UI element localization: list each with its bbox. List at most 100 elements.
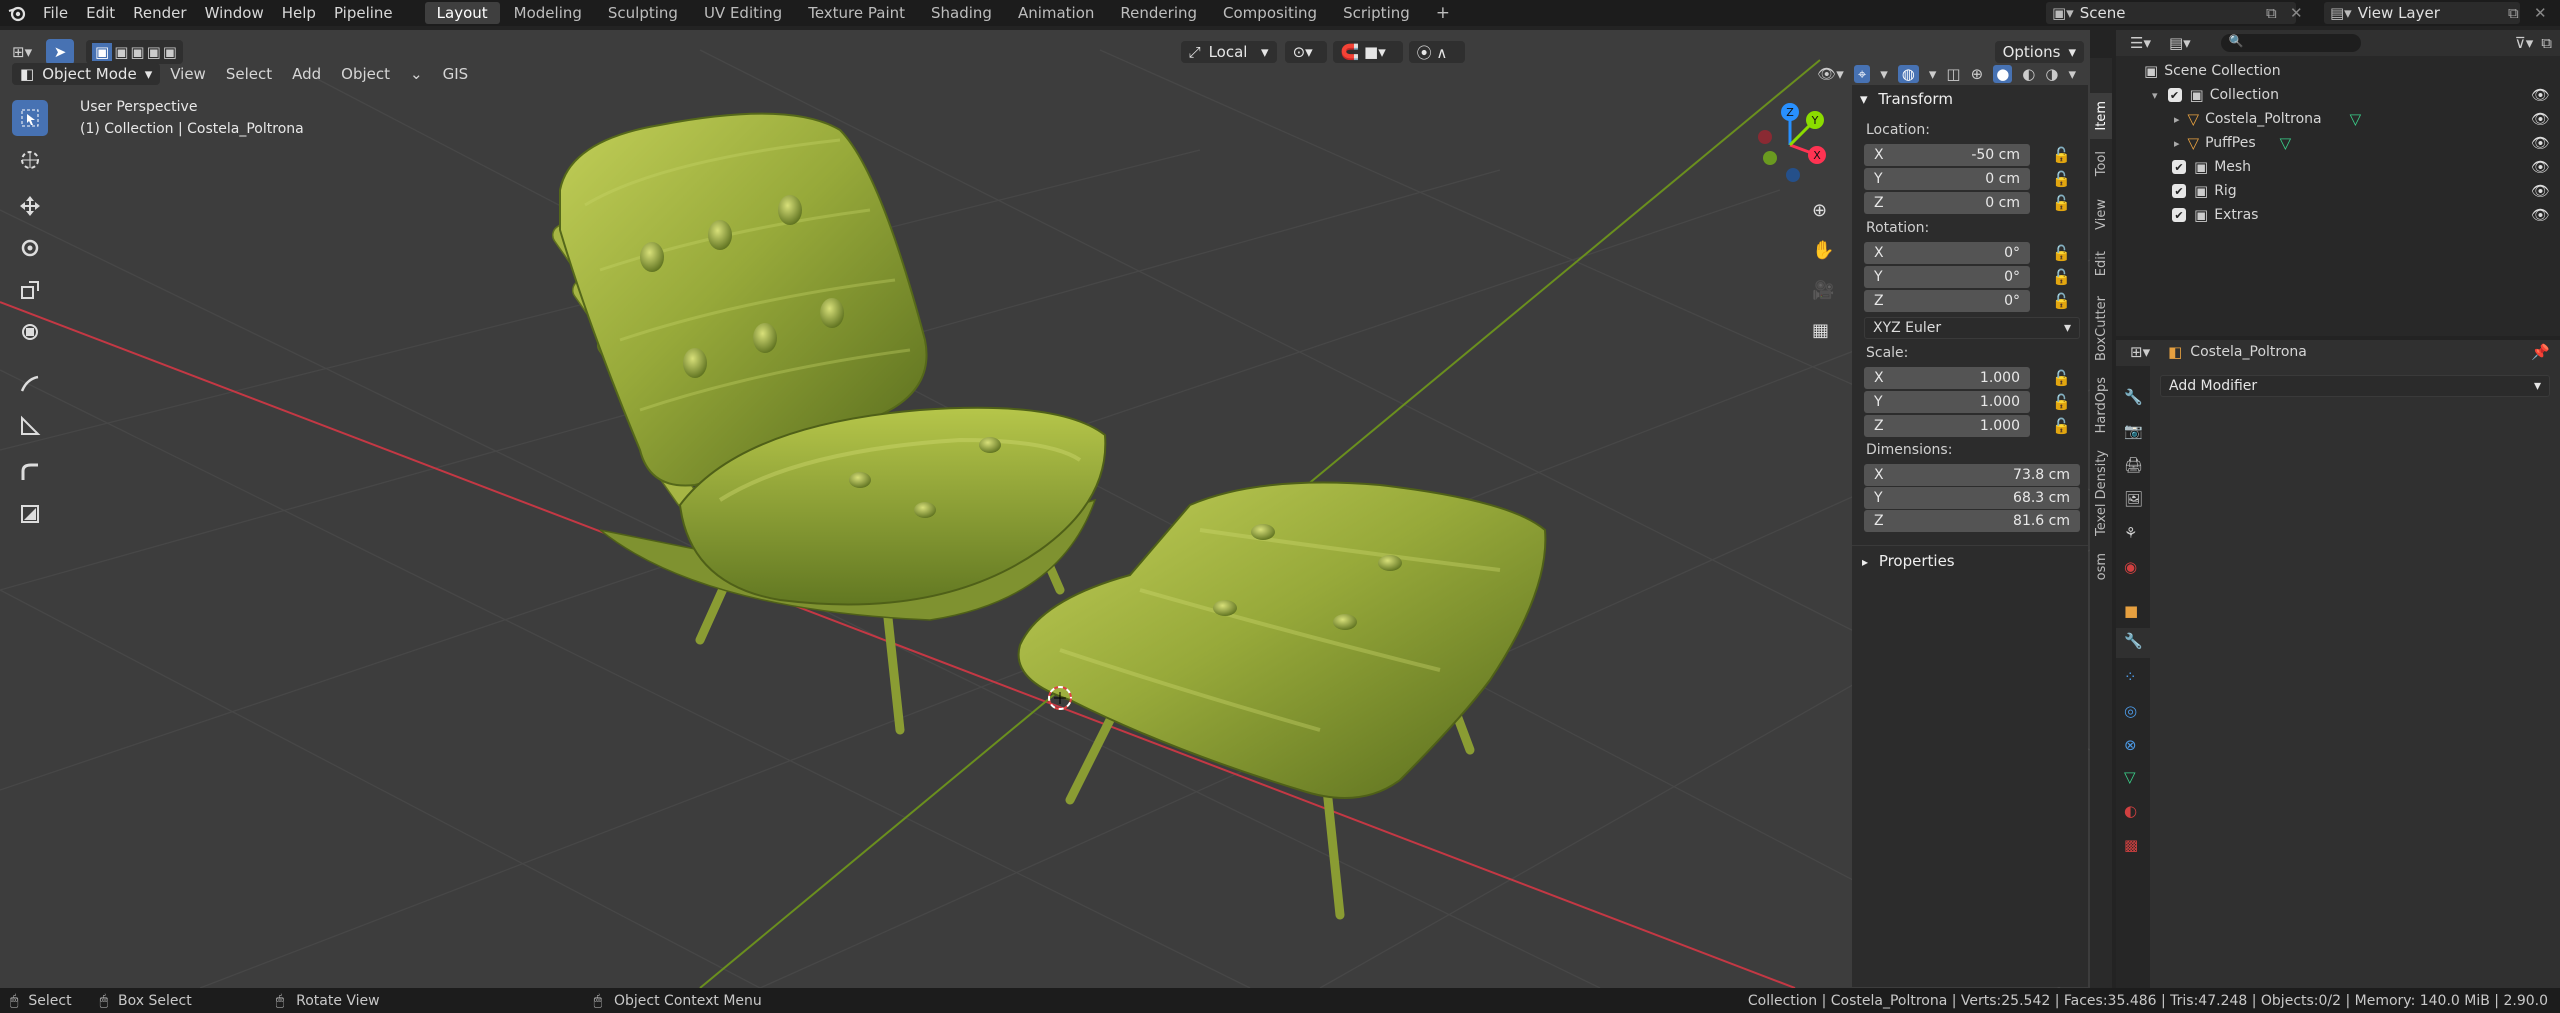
outliner-row-costela-poltrona[interactable]: ▸ ▽ Costela_Poltrona ▽ 👁: [2116, 107, 2560, 131]
rotation-x-field[interactable]: X 0°: [1864, 242, 2030, 264]
tab-scripting[interactable]: Scripting: [1331, 2, 1422, 24]
constraints-tab-icon[interactable]: ⊗: [2124, 736, 2137, 754]
add-modifier-dropdown[interactable]: Add Modifier ▾: [2160, 375, 2550, 397]
location-z-field[interactable]: Z 0 cm: [1864, 192, 2030, 214]
render-tab-icon[interactable]: 📷: [2124, 422, 2143, 440]
tab-edit[interactable]: Edit: [2090, 241, 2112, 287]
camera-view-icon[interactable]: 🎥: [1812, 280, 1834, 301]
tab-sculpting[interactable]: Sculpting: [596, 2, 690, 24]
outliner-row-collection[interactable]: ▾ ✔ ▣ Collection 👁: [2116, 83, 2560, 107]
eye-icon[interactable]: 👁: [2531, 86, 2550, 104]
xray-icon[interactable]: ◫: [1946, 65, 1960, 83]
tool-annotate-icon[interactable]: [12, 366, 48, 402]
scale-y-field[interactable]: Y 1.000: [1864, 391, 2030, 413]
properties-panel-header[interactable]: ▸ Properties: [1852, 545, 2088, 575]
material-tab-icon[interactable]: ◐: [2124, 802, 2137, 820]
mode-dropdown[interactable]: ◧ Object Mode ▾: [12, 63, 161, 85]
outliner-row-extras[interactable]: ✔ ▣ Extras 👁: [2116, 203, 2560, 227]
menu-select[interactable]: Select: [216, 63, 282, 85]
lock-icon[interactable]: 🔓: [2052, 244, 2071, 262]
viewport-display-icons[interactable]: 👁▾ ⌖ ▾ ◍ ▾ ◫ ⊕ ● ◐ ◑ ▾: [1817, 65, 2076, 83]
tool-tab-icon[interactable]: 🔧: [2124, 388, 2143, 406]
dimensions-y-field[interactable]: Y 68.3 cm: [1864, 487, 2080, 509]
tab-modeling[interactable]: Modeling: [502, 2, 594, 24]
particles-tab-icon[interactable]: ⁘: [2124, 668, 2137, 686]
tab-view[interactable]: View: [2090, 189, 2112, 239]
menu-pipeline[interactable]: Pipeline: [325, 0, 402, 26]
ortho-toggle-icon[interactable]: ▦: [1812, 320, 1829, 341]
checkbox[interactable]: ✔: [2167, 88, 2182, 102]
tab-layout[interactable]: Layout: [424, 2, 500, 24]
tab-hardops[interactable]: HardOps: [2090, 371, 2112, 439]
pan-hand-icon[interactable]: ✋: [1812, 240, 1834, 261]
lock-icon[interactable]: 🔓: [2052, 292, 2071, 310]
eye-icon[interactable]: 👁: [2531, 134, 2550, 152]
tab-animation[interactable]: Animation: [1006, 2, 1106, 24]
lock-icon[interactable]: 🔓: [2052, 194, 2071, 212]
shading-rendered-icon[interactable]: ◑: [2045, 65, 2058, 83]
filter-icon[interactable]: ⊽▾: [2515, 34, 2534, 52]
properties-editor-icon[interactable]: ⊞▾: [2130, 343, 2150, 361]
lock-icon[interactable]: 🔓: [2052, 268, 2071, 286]
modifier-tab-icon[interactable]: 🔧: [2116, 628, 2150, 658]
rotation-y-field[interactable]: Y 0°: [1864, 266, 2030, 288]
chevron-down-icon[interactable]: ▾: [1929, 65, 1937, 83]
tab-osm[interactable]: osm: [2090, 547, 2112, 587]
outliner-row-scene-collection[interactable]: ▣ Scene Collection: [2116, 59, 2560, 83]
tool-scale-icon[interactable]: [12, 272, 48, 308]
tool-move-icon[interactable]: [12, 188, 48, 224]
shading-solid-icon[interactable]: ●: [1993, 65, 2013, 83]
tab-compositing[interactable]: Compositing: [1211, 2, 1329, 24]
new-scene-icon[interactable]: ⧉: [2266, 4, 2277, 22]
transform-panel-header[interactable]: ▾ Transform: [1860, 90, 1953, 108]
tool-measure-icon[interactable]: [12, 408, 48, 444]
3d-viewport[interactable]: ⊞▾ ➤ ▣ ▣ ▣ ▣ ▣ ⤢ Local ▾ ⊙▾ 🧲 ■▾ ⦿ ∧ Option…: [0, 30, 2090, 988]
scale-z-field[interactable]: Z 1.000: [1864, 415, 2030, 437]
outliner-row-rig[interactable]: ✔ ▣ Rig 👁: [2116, 179, 2560, 203]
menu-gis[interactable]: GIS: [433, 63, 479, 85]
visibility-icon[interactable]: 👁▾: [1817, 65, 1844, 83]
checkbox[interactable]: ✔: [2172, 208, 2186, 222]
outliner-row-puffpes[interactable]: ▸ ▽ PuffPes ▽ 👁: [2116, 131, 2560, 155]
tool-select-box[interactable]: [12, 100, 48, 136]
data-tab-icon[interactable]: ▽: [2124, 768, 2136, 786]
tab-texture-paint[interactable]: Texture Paint: [796, 2, 917, 24]
texture-tab-icon[interactable]: ▩: [2124, 836, 2138, 854]
scale-x-field[interactable]: X 1.000: [1864, 367, 2030, 389]
outliner-editor-icon[interactable]: ☰▾: [2130, 34, 2151, 52]
menu-object[interactable]: Object: [331, 63, 400, 85]
tool-transform-icon[interactable]: [12, 314, 48, 350]
shading-wireframe-icon[interactable]: ⊕: [1971, 65, 1984, 83]
add-workspace-button[interactable]: +: [1424, 2, 1462, 24]
new-collection-icon[interactable]: ⧉: [2541, 34, 2552, 52]
delete-scene-icon[interactable]: ✕: [2290, 4, 2303, 22]
lock-icon[interactable]: 🔓: [2052, 417, 2071, 435]
gizmo-toggle-icon[interactable]: ⌖: [1853, 65, 1871, 83]
zoom-icon[interactable]: ⊕: [1812, 200, 1827, 221]
tab-shading[interactable]: Shading: [919, 2, 1004, 24]
menu-view[interactable]: View: [160, 63, 216, 85]
display-mode-icon[interactable]: ▤▾: [2169, 34, 2191, 52]
menu-help[interactable]: Help: [273, 0, 325, 26]
blender-logo-icon[interactable]: [0, 0, 34, 26]
checkbox[interactable]: ✔: [2172, 184, 2186, 198]
physics-tab-icon[interactable]: ◎: [2124, 702, 2137, 720]
delete-view-layer-icon[interactable]: ✕: [2534, 4, 2547, 22]
outliner-search-input[interactable]: 🔍: [2220, 34, 2361, 52]
output-tab-icon[interactable]: 🖨: [2124, 456, 2143, 474]
view-layer-selector[interactable]: ▤▾ View Layer: [2324, 2, 2520, 24]
tool-bend-icon[interactable]: [12, 454, 48, 490]
eye-icon[interactable]: 👁: [2531, 182, 2550, 200]
tool-rotate-icon[interactable]: [12, 230, 48, 266]
tab-rendering[interactable]: Rendering: [1108, 2, 1209, 24]
tool-cursor-icon[interactable]: [12, 142, 48, 178]
menu-window[interactable]: Window: [196, 0, 273, 26]
world-tab-icon[interactable]: ◉: [2124, 558, 2137, 576]
eye-icon[interactable]: 👁: [2531, 206, 2550, 224]
menu-add[interactable]: Add: [282, 63, 331, 85]
lock-icon[interactable]: 🔓: [2052, 393, 2071, 411]
tab-boxcutter[interactable]: BoxCutter: [2090, 289, 2112, 369]
new-view-layer-icon[interactable]: ⧉: [2508, 4, 2519, 22]
pin-icon[interactable]: 📌: [2531, 343, 2550, 361]
tool-extra-icon[interactable]: [12, 496, 48, 532]
